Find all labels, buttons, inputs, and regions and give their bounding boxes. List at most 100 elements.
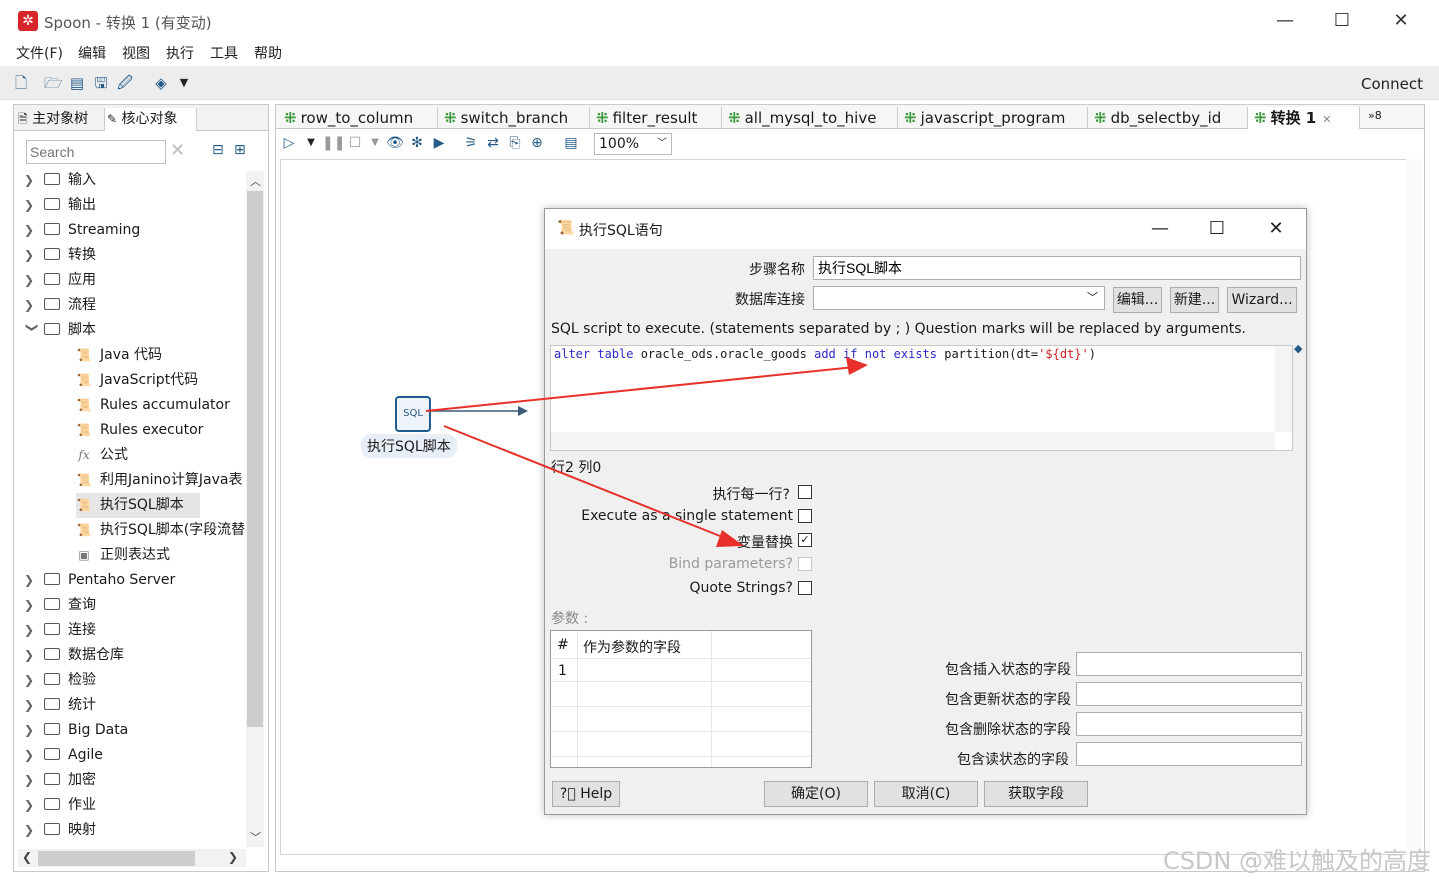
tree-item-regex[interactable]: ▣ 正则表达式 (76, 543, 248, 568)
explore-repository-icon[interactable]: ▤ (68, 74, 86, 92)
read-status-field-input[interactable] (1076, 742, 1302, 766)
tab-overflow-button[interactable]: »8 (1368, 109, 1382, 122)
tree-folder-cryptography[interactable]: ❯ 加密 (24, 768, 96, 793)
stop-dropdown-icon[interactable]: ▼ (366, 134, 384, 152)
verify-icon[interactable]: ⚞ (462, 134, 480, 152)
tree-folder-data-warehouse[interactable]: ❯ 数据仓库 (24, 643, 124, 668)
menu-run[interactable]: 执行 (166, 43, 194, 63)
tab-transformation-1[interactable]: ⁜ 转换 1 ✕ (1248, 107, 1360, 129)
preview-icon[interactable]: 👁 (386, 134, 404, 152)
tree-item-javascript[interactable]: 📜 JavaScript代码 (76, 368, 248, 393)
show-results-icon[interactable]: ▤ (562, 134, 580, 152)
scroll-right-icon[interactable]: ❯ (228, 850, 238, 864)
cancel-button[interactable]: 取消(C) (874, 781, 978, 807)
tab-core-objects[interactable]: ✎ 核心对象 (104, 108, 197, 131)
connect-button[interactable]: Connect (1361, 75, 1423, 93)
dialog-minimize-button[interactable]: — (1145, 215, 1175, 243)
close-tab-icon[interactable]: ✕ (1322, 113, 1331, 126)
expand-all-icon[interactable]: ⊞ (234, 142, 246, 158)
search-input[interactable] (26, 140, 166, 164)
tree-item-execute-sql-script[interactable]: 📜 执行SQL脚本 (76, 493, 200, 518)
tree-item-janino[interactable]: 📜 利用Janino计算Java表 (76, 468, 248, 493)
close-window-button[interactable]: ✕ (1386, 6, 1416, 36)
debug-icon[interactable]: ✻ (408, 134, 426, 152)
tree-folder-output[interactable]: ❯ 输出 (24, 193, 96, 218)
replay-icon[interactable]: ▶ (430, 134, 448, 152)
variable-substitution-checkbox[interactable]: ✓ (798, 533, 812, 547)
tree-vertical-scroll-thumb[interactable] (247, 191, 263, 727)
layers-icon[interactable]: ◈ (152, 74, 170, 92)
tree-folder-job[interactable]: ❯ 作业 (24, 793, 96, 818)
insert-status-field-input[interactable] (1076, 652, 1302, 676)
menu-edit[interactable]: 编辑 (78, 43, 106, 63)
tree-folder-mapping[interactable]: ❯ 映射 (24, 818, 96, 843)
minimize-button[interactable]: — (1270, 6, 1300, 36)
tree-folder-flow[interactable]: ❯ 流程 (24, 293, 96, 318)
help-button[interactable]: ?⃝ Help (552, 781, 620, 807)
sql-generate-icon[interactable]: ⎘ (506, 134, 524, 152)
sql-horizontal-scrollbar[interactable] (551, 432, 1275, 450)
tree-item-rules-accumulator[interactable]: 📜 Rules accumulator (76, 393, 248, 418)
parameters-table[interactable]: # 作为参数的字段 1 (550, 630, 812, 768)
tree-item-java-code[interactable]: 📜 Java 代码 (76, 343, 248, 368)
clear-search-icon[interactable]: ✕ (170, 140, 185, 161)
tree-folder-big-data[interactable]: ❯ Big Data (24, 718, 128, 743)
tab-switch-branch[interactable]: ⁜ switch_branch (438, 107, 590, 129)
ok-button[interactable]: 确定(O) (764, 781, 868, 807)
db-connection-select[interactable]: ﹀ (813, 286, 1105, 310)
pause-icon[interactable]: ❚❚ (322, 134, 345, 152)
impact-icon[interactable]: ⇄ (484, 134, 502, 152)
delete-status-field-input[interactable] (1076, 712, 1302, 736)
tab-filter-result[interactable]: ⁜ filter_result (590, 107, 722, 129)
tree-folder-lookup[interactable]: ❯ 查询 (24, 593, 96, 618)
menu-file[interactable]: 文件(F) (16, 43, 63, 63)
wizard-button[interactable]: Wizard... (1227, 287, 1297, 313)
edit-connection-button[interactable]: 编辑... (1113, 287, 1162, 313)
run-dropdown-icon[interactable]: ▼ (302, 134, 320, 152)
explore-db-icon[interactable]: ⊕ (528, 134, 546, 152)
menu-tools[interactable]: 工具 (210, 43, 238, 63)
bind-parameters-checkbox[interactable] (798, 557, 812, 571)
tree-folder-transform[interactable]: ❯ 转换 (24, 243, 96, 268)
single-statement-checkbox[interactable] (798, 509, 812, 523)
update-status-field-input[interactable] (1076, 682, 1302, 706)
open-file-icon[interactable]: 🗁 (44, 74, 63, 92)
tree-folder-pentaho-server[interactable]: ❯ Pentaho Server (24, 568, 175, 593)
menu-help[interactable]: 帮助 (254, 43, 282, 63)
sql-script-editor[interactable]: alter table oracle_ods.oracle_goods add … (550, 345, 1293, 451)
step-name-input[interactable] (813, 256, 1301, 280)
run-icon[interactable]: ▷ (280, 134, 298, 152)
scroll-down-icon[interactable]: ﹀ (250, 829, 261, 845)
quote-strings-checkbox[interactable] (798, 581, 812, 595)
tab-all-mysql-to-hive[interactable]: ⁜ all_mysql_to_hive (722, 107, 898, 129)
tab-javascript-program[interactable]: ⁜ javascript_program (898, 107, 1088, 129)
dialog-close-button[interactable]: ✕ (1261, 215, 1291, 243)
execute-each-row-checkbox[interactable] (798, 485, 812, 499)
sql-script-text[interactable]: alter table oracle_ods.oracle_goods add … (554, 347, 1096, 361)
scroll-left-icon[interactable]: ❮ (22, 850, 32, 864)
collapse-all-icon[interactable]: ⊟ (212, 142, 224, 158)
menu-view[interactable]: 视图 (122, 43, 150, 63)
maximize-button[interactable]: ☐ (1327, 6, 1357, 36)
tab-row-to-column[interactable]: ⁜ row_to_column (278, 107, 438, 129)
step-node-execute-sql[interactable]: SQL (395, 396, 431, 432)
dialog-maximize-button[interactable]: ☐ (1202, 215, 1232, 243)
tree-folder-application[interactable]: ❯ 应用 (24, 268, 96, 293)
tree-folder-scripting[interactable]: ❯ 脚本 (24, 318, 97, 343)
new-connection-button[interactable]: 新建... (1170, 287, 1219, 313)
stop-icon[interactable]: ☐ (346, 134, 364, 152)
zoom-select[interactable]: 100% ﹀ (594, 133, 672, 155)
new-file-icon[interactable]: 🗋 (12, 74, 30, 92)
save-as-icon[interactable]: 🖉 (116, 74, 134, 92)
layers-dropdown-icon[interactable]: ▼ (175, 74, 193, 92)
tree-folder-validation[interactable]: ❯ 检验 (24, 668, 96, 693)
tree-folder-input[interactable]: ❯ 输入 (24, 168, 96, 193)
sql-vertical-scrollbar[interactable] (1275, 346, 1292, 432)
tree-folder-streaming[interactable]: ❯ Streaming (24, 218, 140, 243)
save-icon[interactable]: 🖫 (92, 74, 110, 92)
tab-db-selectby-id[interactable]: ⁜ db_selectby_id (1088, 107, 1248, 129)
canvas-vertical-scrollbar[interactable] (1406, 159, 1422, 855)
tree-item-rules-executor[interactable]: 📜 Rules executor (76, 418, 248, 443)
tab-main-object-tree[interactable]: 🗎 主对象树 (18, 108, 88, 131)
tree-horizontal-scroll-thumb[interactable] (38, 851, 195, 866)
